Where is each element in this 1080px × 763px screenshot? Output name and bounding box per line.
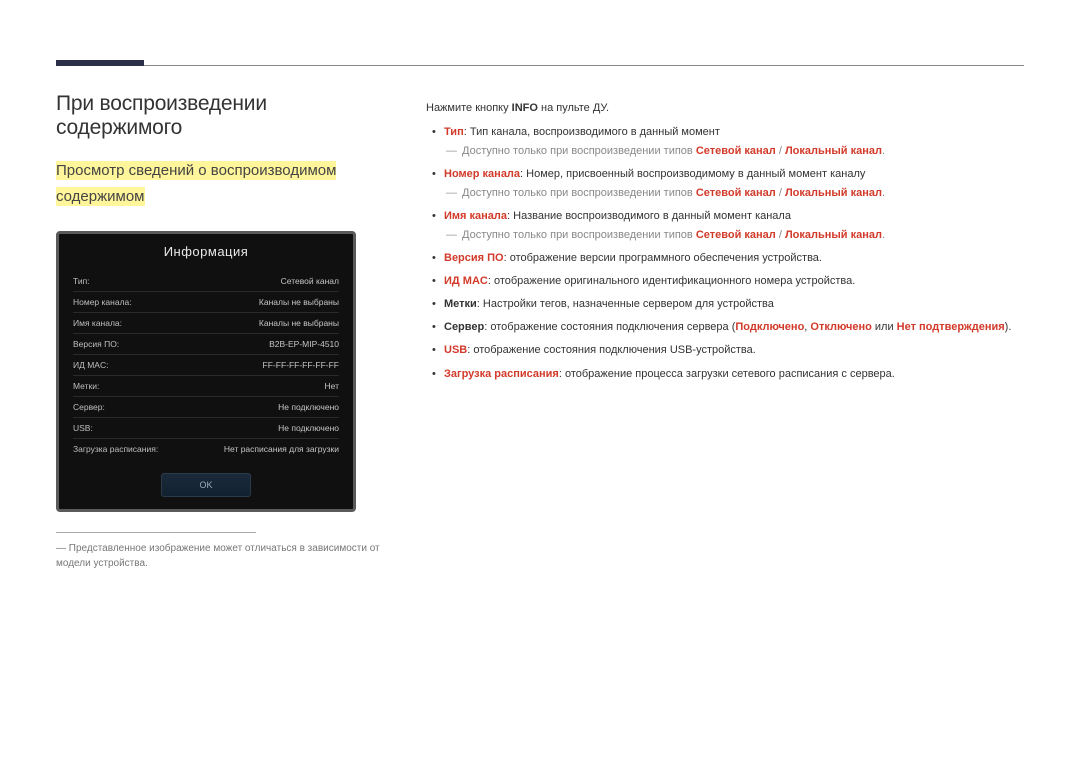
item-text: : отображение процесса загрузки сетевого…: [559, 368, 895, 380]
item-label: Версия ПО: [444, 252, 504, 264]
info-value: Сетевой канал: [281, 276, 339, 286]
info-key: Версия ПО:: [73, 339, 119, 349]
item-text: : Настройки тегов, назначенные сервером …: [477, 298, 774, 310]
two-column-layout: При воспроизведении содержимого Просмотр…: [56, 92, 1024, 571]
accent-bar: [56, 60, 144, 66]
item-text: : Название воспроизводимого в данный мом…: [507, 210, 791, 222]
list-item: Сервер: отображение состояния подключени…: [426, 319, 1024, 336]
item-subnote: Доступно только при воспроизведении типо…: [444, 143, 1024, 160]
highlighted-subheading: Просмотр сведений о воспроизводимом соде…: [56, 161, 336, 206]
info-value: Нет: [325, 381, 339, 391]
info-key: ИД MAC:: [73, 360, 108, 370]
info-row: ИД MAC: FF-FF-FF-FF-FF-FF: [73, 355, 339, 376]
item-text: : отображение оригинального идентификаци…: [488, 275, 855, 287]
footnote-text: Представленное изображение может отличат…: [56, 541, 386, 571]
item-text: : отображение версии программного обеспе…: [504, 252, 822, 264]
right-column: Нажмите кнопку INFO на пульте ДУ. Тип: Т…: [426, 92, 1024, 571]
info-row: Тип: Сетевой канал: [73, 271, 339, 292]
item-text: : отображение состояния подключения серв…: [484, 321, 735, 333]
info-row: Метки: Нет: [73, 376, 339, 397]
item-label: Тип: [444, 126, 464, 138]
item-label: ИД MAC: [444, 275, 488, 287]
page: При воспроизведении содержимого Просмотр…: [0, 0, 1080, 571]
left-column: При воспроизведении содержимого Просмотр…: [56, 92, 386, 571]
list-item: USB: отображение состояния подключения U…: [426, 342, 1024, 359]
item-label: Сервер: [444, 321, 484, 333]
info-row: Загрузка расписания: Нет расписания для з…: [73, 439, 339, 459]
item-label: Номер канала: [444, 168, 520, 180]
info-key: Тип:: [73, 276, 90, 286]
list-item: Загрузка расписания: отображение процесс…: [426, 366, 1024, 383]
item-label: Метки: [444, 298, 477, 310]
top-divider: [56, 44, 1024, 66]
info-row: Версия ПО: B2B-EP-MIP-4510: [73, 334, 339, 355]
intro-bold: INFO: [512, 102, 538, 114]
info-key: USB:: [73, 423, 93, 433]
info-value: Каналы не выбраны: [259, 297, 339, 307]
list-item: Метки: Настройки тегов, назначенные серв…: [426, 296, 1024, 313]
item-label: USB: [444, 344, 467, 356]
intro-post: на пульте ДУ.: [538, 102, 609, 114]
info-panel-title: Информация: [59, 234, 353, 271]
item-subnote: Доступно только при воспроизведении типо…: [444, 227, 1024, 244]
intro-line: Нажмите кнопку INFO на пульте ДУ.: [426, 102, 1024, 114]
item-subnote: Доступно только при воспроизведении типо…: [444, 185, 1024, 202]
info-value: Нет расписания для загрузки: [224, 444, 339, 454]
info-value: FF-FF-FF-FF-FF-FF: [263, 360, 339, 370]
info-row: Имя канала: Каналы не выбраны: [73, 313, 339, 334]
item-text: : Тип канала, воспроизводимого в данный …: [464, 126, 720, 138]
list-item: Версия ПО: отображение версии программно…: [426, 250, 1024, 267]
info-key: Имя канала:: [73, 318, 122, 328]
item-text: : отображение состояния подключения USB-…: [467, 344, 756, 356]
item-label: Загрузка расписания: [444, 368, 559, 380]
item-text: : Номер, присвоенный воспроизводимому в …: [520, 168, 865, 180]
info-key: Номер канала:: [73, 297, 132, 307]
info-key: Загрузка расписания:: [73, 444, 158, 454]
item-label: Имя канала: [444, 210, 507, 222]
ok-button-wrap: OK: [59, 473, 353, 497]
info-key: Сервер:: [73, 402, 105, 412]
list-item: ИД MAC: отображение оригинального иденти…: [426, 273, 1024, 290]
info-panel-body: Тип: Сетевой канал Номер канала: Каналы не…: [59, 271, 353, 459]
info-value: Каналы не выбраны: [259, 318, 339, 328]
list-item: Тип: Тип канала, воспроизводимого в данн…: [426, 124, 1024, 160]
ok-button[interactable]: OK: [161, 473, 251, 497]
info-row: Сервер: Не подключено: [73, 397, 339, 418]
list-item: Имя канала: Название воспроизводимого в …: [426, 208, 1024, 244]
list-item: Номер канала: Номер, присвоенный воспрои…: [426, 166, 1024, 202]
info-key: Метки:: [73, 381, 99, 391]
footnote-rule: [56, 532, 256, 533]
info-row: USB: Не подключено: [73, 418, 339, 439]
info-value: Не подключено: [278, 402, 339, 412]
info-value: Не подключено: [278, 423, 339, 433]
info-value: B2B-EP-MIP-4510: [269, 339, 339, 349]
intro-pre: Нажмите кнопку: [426, 102, 512, 114]
highlighted-subheading-wrap: Просмотр сведений о воспроизводимом соде…: [56, 158, 376, 209]
info-row: Номер канала: Каналы не выбраны: [73, 292, 339, 313]
description-list: Тип: Тип канала, воспроизводимого в данн…: [426, 124, 1024, 383]
page-heading: При воспроизведении содержимого: [56, 92, 386, 140]
info-panel: Информация Тип: Сетевой канал Номер канал…: [56, 231, 356, 512]
